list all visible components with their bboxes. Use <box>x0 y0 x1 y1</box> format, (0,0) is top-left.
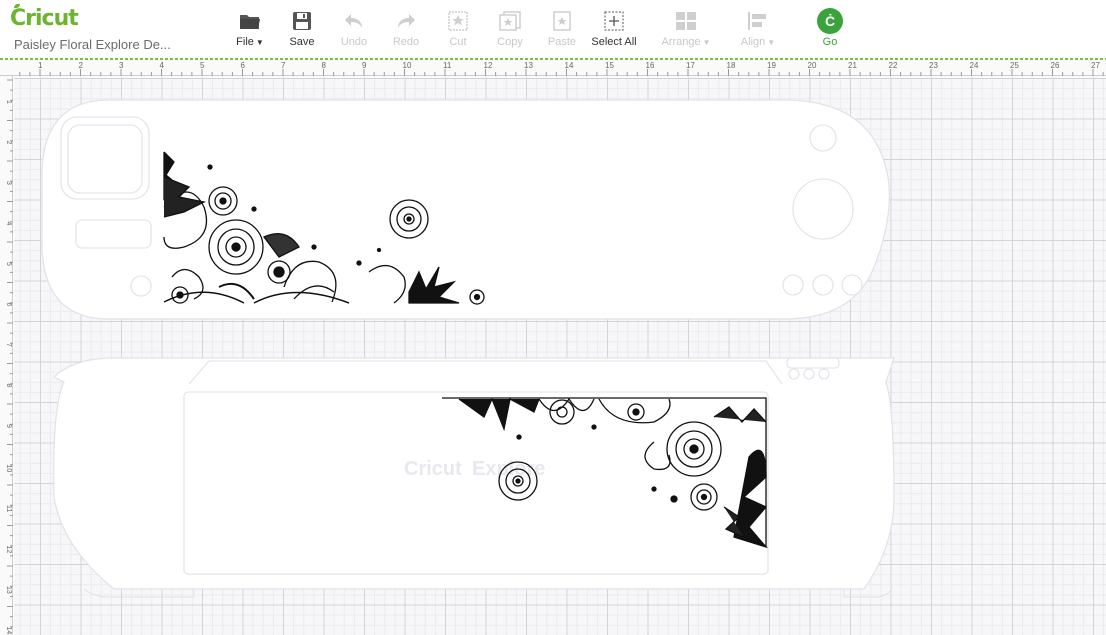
ruler-number: 25 <box>1010 61 1019 70</box>
ruler-number: 4 <box>160 61 165 70</box>
ruler-number: 3 <box>119 61 124 70</box>
top-toolbar: Cricut Paisley Floral Explore De... File… <box>0 0 1106 60</box>
ruler-number: 5 <box>5 262 12 266</box>
paste-button[interactable]: Paste <box>534 9 590 48</box>
folder-icon <box>222 9 278 33</box>
watermark-brand: Cricut <box>404 458 462 480</box>
ruler-number: 10 <box>5 465 12 473</box>
watermark-model: Explore <box>472 458 545 480</box>
arrange-icon <box>658 9 714 33</box>
ruler-number: 6 <box>241 61 246 70</box>
chevron-down-icon: ▼ <box>255 38 264 47</box>
ruler-number: 4 <box>5 222 12 226</box>
copy-label: Copy <box>497 36 523 48</box>
align-label: Align <box>740 36 766 48</box>
ruler-number: 19 <box>767 61 776 70</box>
select-all-icon <box>586 9 642 33</box>
vertical-ruler: 1 2 3 4 5 6 7 8 9 10 11 12 13 14 <box>0 76 13 635</box>
ruler-number: 13 <box>524 61 533 70</box>
ruler-number: 24 <box>970 61 979 70</box>
undo-label: Undo <box>340 36 368 48</box>
file-menu-button[interactable]: File ▼ <box>222 9 278 48</box>
cricut-logo[interactable]: Cricut <box>10 4 79 31</box>
ruler-number: 20 <box>808 61 817 70</box>
project-title[interactable]: Paisley Floral Explore De... <box>14 37 171 52</box>
go-label: Go <box>822 36 838 48</box>
copy-button[interactable]: Copy <box>482 9 538 48</box>
ruler-number: 22 <box>889 61 898 70</box>
ruler-number: 26 <box>1051 61 1060 70</box>
cut-button[interactable]: Cut <box>430 9 486 48</box>
ruler-number: 1 <box>38 61 43 70</box>
redo-label: Redo <box>392 36 420 48</box>
design-canvas[interactable]: Cricut Explore <box>14 77 1106 635</box>
cut-label: Cut <box>449 36 467 48</box>
ruler-number: 9 <box>362 61 367 70</box>
select-all-label: Select All <box>591 36 637 48</box>
chevron-down-icon: ▼ <box>767 38 776 47</box>
save-icon <box>274 9 330 33</box>
ruler-number: 17 <box>686 61 695 70</box>
align-menu-button[interactable]: Align ▼ <box>730 9 786 48</box>
ruler-number: 12 <box>5 546 12 554</box>
ruler-number: 15 <box>605 61 614 70</box>
ruler-number: 9 <box>5 424 12 428</box>
copy-icon <box>482 9 538 33</box>
file-label: File <box>236 36 254 48</box>
ruler-number: 7 <box>281 61 286 70</box>
ruler-number: 5 <box>200 61 205 70</box>
save-button[interactable]: Save <box>274 9 330 48</box>
redo-button[interactable]: Redo <box>378 9 434 48</box>
ruler-number: 27 <box>1091 61 1100 70</box>
ruler-number: 14 <box>5 627 12 635</box>
arrange-menu-button[interactable]: Arrange ▼ <box>658 9 714 48</box>
ruler-number: 8 <box>322 61 327 70</box>
brand-name: Cricut <box>10 6 79 31</box>
align-icon <box>730 9 786 33</box>
ruler-number: 6 <box>5 303 12 307</box>
ruler-number: 8 <box>5 384 12 388</box>
ruler-number: 7 <box>5 343 12 347</box>
cut-icon <box>430 9 486 33</box>
arrange-label: Arrange <box>661 36 701 48</box>
ruler-number: 11 <box>443 61 452 70</box>
redo-icon <box>378 9 434 33</box>
ruler-number: 2 <box>79 61 84 70</box>
ruler-number: 10 <box>403 61 412 70</box>
horizontal-ruler: 1 2 3 4 5 6 7 8 9 10 11 12 13 14 15 16 17 18 19 20 21 22 23 24 2… <box>0 60 1106 76</box>
ruler-number: 3 <box>5 181 12 185</box>
ruler-number: 1 <box>5 100 12 104</box>
ruler-number: 13 <box>5 586 12 594</box>
ruler-number: 12 <box>484 61 493 70</box>
ruler-number: 14 <box>565 61 574 70</box>
ruler-number: 21 <box>848 61 857 70</box>
ruler-number: 2 <box>5 141 12 145</box>
save-label: Save <box>289 36 315 48</box>
go-button[interactable]: Ċ Go <box>802 8 858 48</box>
ruler-number: 23 <box>929 61 938 70</box>
go-icon: Ċ <box>817 8 843 34</box>
select-all-button[interactable]: Select All <box>586 9 642 48</box>
ruler-number: 18 <box>727 61 736 70</box>
chevron-down-icon: ▼ <box>702 38 711 47</box>
paste-label: Paste <box>547 36 577 48</box>
ruler-number: 16 <box>646 61 655 70</box>
paste-icon <box>534 9 590 33</box>
undo-button[interactable]: Undo <box>326 9 382 48</box>
undo-icon <box>326 9 382 33</box>
ruler-number: 11 <box>5 505 12 512</box>
